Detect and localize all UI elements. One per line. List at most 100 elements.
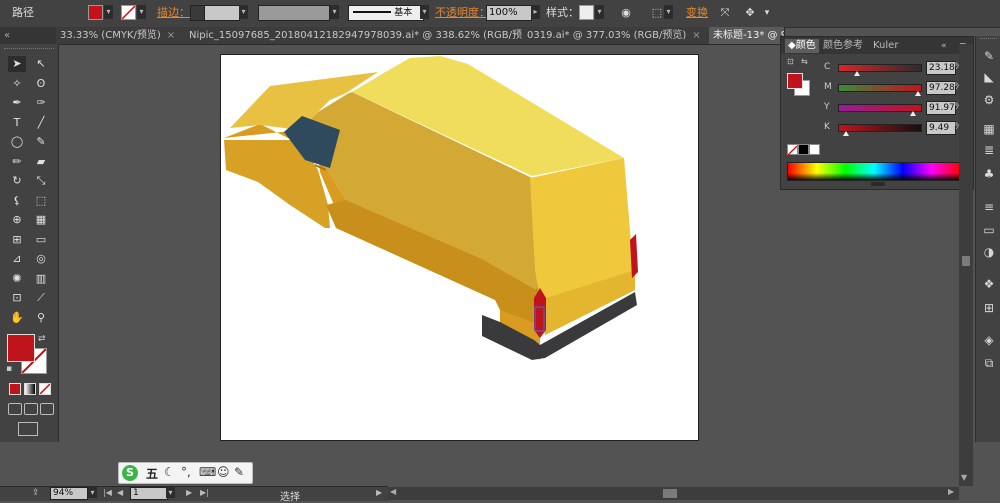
- next-artboard-icon[interactable]: ▶: [186, 488, 192, 497]
- transform-each-icon[interactable]: ⤧: [717, 5, 733, 21]
- panel-fill-front[interactable]: [787, 73, 803, 89]
- eraser-icon[interactable]: ▰: [32, 154, 50, 170]
- black-swatch[interactable]: [798, 144, 809, 155]
- pen-icon[interactable]: ✒: [8, 95, 26, 111]
- ime-mode-label[interactable]: 五: [146, 465, 158, 482]
- type-icon[interactable]: T: [8, 115, 26, 131]
- artboards-icon[interactable]: ◈: [981, 332, 997, 348]
- tab-overflow[interactable]: «: [0, 27, 61, 44]
- fill-color-front[interactable]: [7, 334, 35, 362]
- scroll-left-icon[interactable]: ◀: [390, 487, 396, 496]
- gradient-mode-button[interactable]: [24, 383, 36, 395]
- opacity-input[interactable]: 100%: [486, 5, 532, 21]
- pencil-icon[interactable]: ✏: [8, 154, 26, 170]
- graphic-style-swatch[interactable]: [579, 5, 594, 20]
- prev-artboard-icon[interactable]: ◀: [117, 488, 123, 497]
- panel-tab-color[interactable]: ◆颜色: [785, 39, 819, 53]
- stroke-weight-input[interactable]: [204, 5, 240, 21]
- brush-definition-field[interactable]: 基本: [348, 5, 424, 21]
- channel-slider[interactable]: [838, 84, 922, 92]
- shape-builder-icon[interactable]: ⊕: [8, 212, 26, 228]
- warp-icon[interactable]: ⚸: [8, 193, 26, 209]
- zoom-icon[interactable]: ⚲: [32, 310, 50, 326]
- graphic-style-dropdown[interactable]: ▾: [595, 5, 604, 19]
- column-graph-icon[interactable]: ▥: [32, 271, 50, 287]
- align-dropdown[interactable]: ▾: [664, 5, 673, 19]
- selection-arrow-icon[interactable]: ➤: [8, 56, 26, 72]
- channel-value-input[interactable]: 23.18: [926, 61, 956, 75]
- line-segment-icon[interactable]: ╱: [32, 115, 50, 131]
- hand-icon[interactable]: ✋: [8, 310, 26, 326]
- tab-doc-2[interactable]: Nipic_15097685_20180412182947978039.ai* …: [185, 27, 527, 44]
- default-colors-icon[interactable]: ▪: [6, 364, 12, 374]
- horizontal-scrollbar[interactable]: ◀ ▶: [388, 487, 959, 500]
- vertical-scroll-thumb[interactable]: [962, 256, 970, 266]
- vertical-scrollbar[interactable]: ▼: [959, 44, 973, 486]
- artboard[interactable]: [220, 54, 699, 441]
- scroll-right-icon[interactable]: ▶: [948, 487, 954, 496]
- variable-width-profile[interactable]: [258, 5, 330, 21]
- tab-doc-3[interactable]: 0319.ai* @ 377.03% (RGB/预览) ×: [523, 27, 713, 44]
- slice-icon[interactable]: ⟋: [32, 290, 50, 306]
- punctuation-icon[interactable]: °,: [181, 465, 191, 479]
- variable-width-dropdown[interactable]: ▾: [330, 5, 339, 19]
- stroke-label[interactable]: 描边：: [157, 5, 190, 21]
- panel-resize-grip[interactable]: [871, 182, 885, 186]
- slider-thumb[interactable]: [842, 131, 849, 136]
- artboard-icon[interactable]: ⊡: [8, 290, 26, 306]
- free-transform-icon[interactable]: ⬚: [32, 193, 50, 209]
- user-icon[interactable]: ☺: [217, 465, 230, 479]
- blend-icon[interactable]: ◎: [32, 251, 50, 267]
- scale-icon[interactable]: ⤡: [32, 173, 50, 189]
- mesh-icon[interactable]: ⊞: [8, 232, 26, 248]
- white-swatch[interactable]: [809, 144, 820, 155]
- align-icon[interactable]: ⬚: [650, 5, 664, 21]
- zoom-input[interactable]: 94%: [50, 487, 88, 500]
- color-panel-icon[interactable]: ✎: [981, 48, 997, 64]
- settings-wrench-icon[interactable]: ✎: [234, 465, 244, 479]
- screen-mode-icon[interactable]: [18, 422, 38, 436]
- panel-tab-kuler[interactable]: Kuler: [873, 39, 898, 53]
- keyboard-icon[interactable]: ⌨: [199, 465, 216, 479]
- swatches-icon[interactable]: ▦: [981, 121, 997, 137]
- ellipse-icon[interactable]: ◯: [8, 134, 26, 150]
- eyedropper-icon[interactable]: ⊿: [8, 251, 26, 267]
- channel-slider[interactable]: [838, 64, 922, 72]
- gradient-icon[interactable]: ▭: [32, 232, 50, 248]
- color-guide-icon[interactable]: ◣: [981, 69, 997, 85]
- fill-swatch[interactable]: [88, 5, 103, 20]
- recolor-artwork-icon[interactable]: ◉: [618, 5, 634, 21]
- none-swatch[interactable]: [787, 144, 798, 156]
- paintbrush-icon[interactable]: ✎: [32, 134, 50, 150]
- channel-slider[interactable]: [838, 124, 922, 132]
- panel-tab-color-guide[interactable]: 颜色参考: [823, 39, 863, 53]
- opacity-dropdown[interactable]: ▸: [531, 5, 540, 19]
- horizontal-scroll-thumb[interactable]: [663, 489, 677, 498]
- lasso-icon[interactable]: ʘ: [32, 76, 50, 92]
- color-mode-button[interactable]: [9, 383, 21, 395]
- channel-value-input[interactable]: 97.28: [926, 81, 956, 95]
- channel-value-input[interactable]: 91.97: [926, 101, 956, 115]
- channel-slider[interactable]: [838, 104, 922, 112]
- toolbar-grip[interactable]: [4, 48, 54, 52]
- draw-behind-icon[interactable]: [24, 403, 38, 415]
- slider-thumb[interactable]: [910, 111, 917, 116]
- artboard-dropdown[interactable]: ▾: [166, 487, 175, 498]
- curvature-icon[interactable]: ✑: [32, 95, 50, 111]
- draw-inside-icon[interactable]: [40, 403, 54, 415]
- dock-grip[interactable]: [980, 38, 997, 42]
- reset-icon[interactable]: ⊡: [787, 57, 794, 66]
- tab-doc-4[interactable]: 未标题-13* @ 94% (CMYK/预览): [709, 27, 785, 44]
- transform-label[interactable]: 变换: [686, 5, 708, 21]
- last-artboard-icon[interactable]: ▶|: [200, 488, 209, 497]
- status-menu-icon[interactable]: ▶: [376, 488, 382, 497]
- first-artboard-icon[interactable]: |◀: [103, 488, 112, 497]
- stroke-dropdown[interactable]: ▾: [137, 5, 146, 19]
- doc-info-icon[interactable]: ⇪: [32, 488, 40, 498]
- collapse-icon[interactable]: «: [941, 39, 947, 53]
- fill-dropdown[interactable]: ▾: [104, 5, 113, 19]
- swap-icon[interactable]: ⇆: [801, 57, 808, 66]
- stroke-icon[interactable]: ≡: [981, 199, 997, 215]
- magic-wand-icon[interactable]: ✧: [8, 76, 26, 92]
- stroke-swatch[interactable]: [121, 5, 136, 20]
